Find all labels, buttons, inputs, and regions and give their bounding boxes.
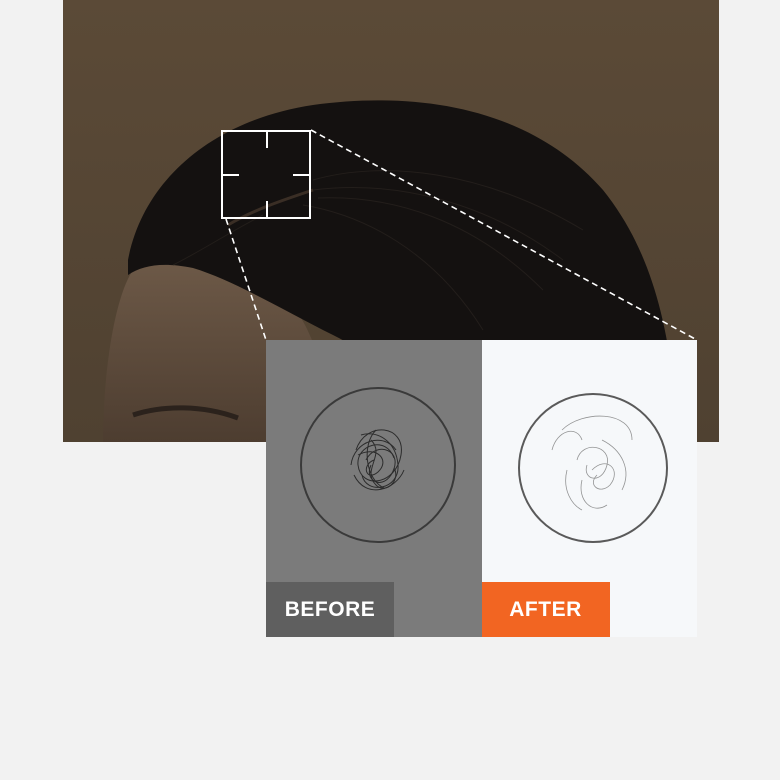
frame-tick-left: [223, 174, 239, 176]
frame-tick-top: [266, 132, 268, 148]
before-badge: BEFORE: [266, 582, 394, 637]
after-badge: AFTER: [481, 582, 610, 637]
frame-tick-bottom: [266, 201, 268, 217]
before-after-comparison: BEFORE AFTER: [266, 340, 697, 637]
after-panel: AFTER: [481, 340, 697, 637]
frame-tick-right: [293, 174, 309, 176]
before-panel: BEFORE: [266, 340, 482, 637]
scalp-focus-frame: [221, 130, 311, 219]
